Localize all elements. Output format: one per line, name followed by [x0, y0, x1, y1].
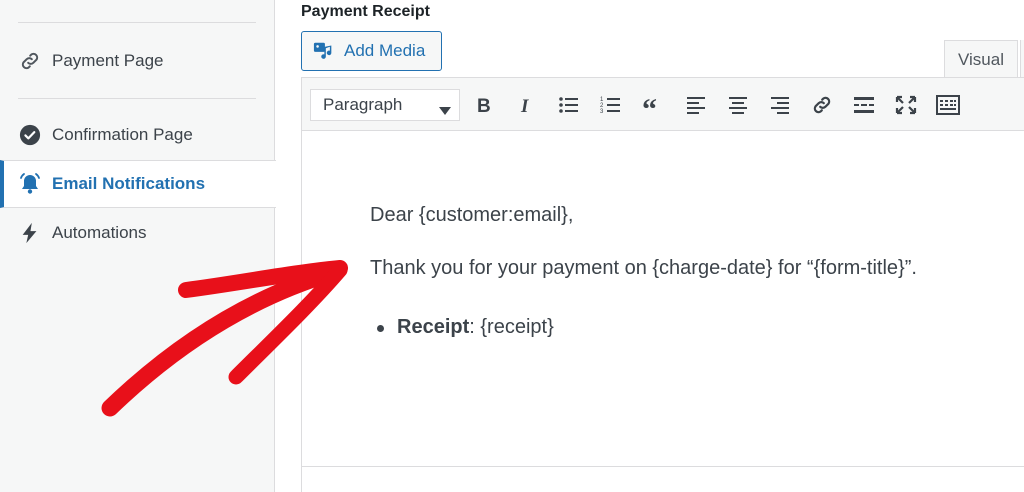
media-icon [313, 40, 335, 62]
bolt-icon [18, 221, 42, 245]
editor-line-greeting: Dear {customer:email}, [370, 204, 574, 226]
sidebar-item-label: Payment Page [52, 51, 164, 70]
divider [18, 22, 256, 23]
align-right-icon[interactable] [765, 90, 795, 120]
blockquote-icon[interactable]: “ [638, 90, 668, 120]
editor-content[interactable]: Dear {customer:email}, Thank you for you… [301, 131, 1024, 467]
align-center-icon[interactable] [723, 90, 753, 120]
sidebar-item-label: Automations [52, 223, 147, 242]
read-more-icon[interactable] [849, 90, 879, 120]
align-left-icon[interactable] [681, 90, 711, 120]
svg-text:3: 3 [600, 109, 604, 115]
fullscreen-icon[interactable] [891, 90, 921, 120]
toolbar-toggle-icon[interactable] [933, 90, 963, 120]
chevron-down-icon [439, 101, 451, 121]
editor-footer [301, 467, 1024, 492]
svg-text:B: B [477, 96, 491, 115]
section-title: Payment Receipt [301, 3, 430, 20]
italic-icon[interactable]: I [511, 90, 541, 120]
format-select-value: Paragraph [323, 95, 403, 114]
add-media-button[interactable]: Add Media [301, 31, 442, 71]
add-media-label: Add Media [344, 41, 426, 60]
sidebar-item-automations[interactable]: Automations [0, 218, 275, 248]
tab-visual[interactable]: Visual [944, 40, 1018, 78]
svg-text:“: “ [642, 95, 657, 115]
svg-text:I: I [520, 96, 529, 115]
sidebar: Payment Page Confirmation Page Email Not… [0, 0, 276, 492]
bold-icon[interactable]: B [469, 90, 499, 120]
link-icon[interactable] [807, 90, 837, 120]
sidebar-item-email-notifications[interactable]: Email Notifications [0, 160, 276, 208]
editor-list-item: Receipt: {receipt} [397, 316, 554, 339]
bullet-dot [377, 325, 384, 332]
editor-toolbar: Paragraph B I 1 2 3 “ [301, 77, 1024, 131]
sidebar-item-confirmation-page[interactable]: Confirmation Page [0, 120, 275, 150]
link-icon [18, 49, 42, 73]
divider [18, 98, 256, 99]
receipt-label: Receipt [397, 316, 470, 338]
sidebar-item-payment-page[interactable]: Payment Page [0, 46, 275, 76]
format-select[interactable]: Paragraph [310, 89, 460, 121]
numbered-list-icon[interactable]: 1 2 3 [596, 90, 626, 120]
tab-text-edge[interactable] [1020, 40, 1024, 78]
editor-line-thanks: Thank you for your payment on {charge-da… [370, 257, 917, 279]
bullet-list-icon[interactable] [554, 90, 584, 120]
check-circle-icon [18, 123, 42, 147]
sidebar-item-label: Confirmation Page [52, 125, 193, 144]
receipt-value: : {receipt} [469, 316, 554, 338]
bell-icon [18, 172, 42, 196]
sidebar-item-label: Email Notifications [52, 174, 206, 193]
